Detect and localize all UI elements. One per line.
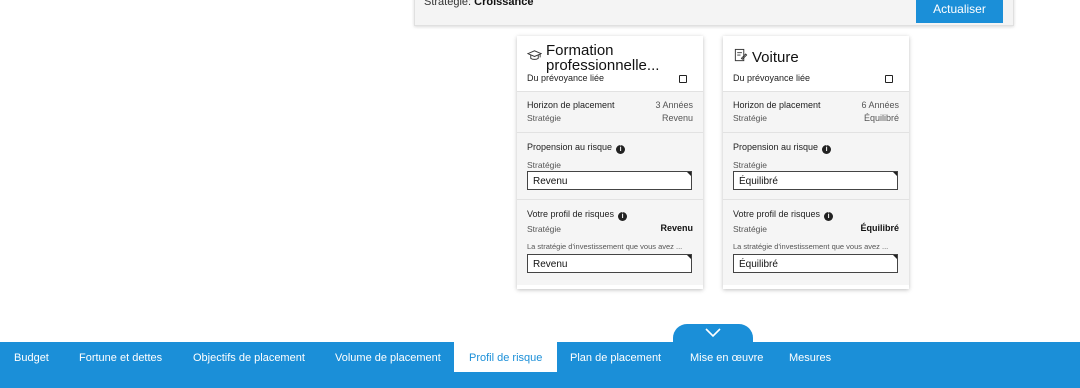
horizon-value: 6 Années bbox=[861, 100, 899, 110]
profile-sub: Stratégie bbox=[733, 224, 768, 234]
profile-label: Votre profil de risques i bbox=[733, 209, 834, 221]
graduation-cap-icon bbox=[527, 50, 542, 60]
strategy-label: Stratégie bbox=[527, 113, 562, 123]
propensity-label: Propension au risque i bbox=[527, 142, 626, 154]
nav-item-profil-risque[interactable]: Profil de risque bbox=[454, 342, 558, 372]
card-title: Formation professionnelle... bbox=[546, 43, 696, 73]
strategy-summary-label: Stratégie: bbox=[424, 0, 472, 8]
linked-label: Du prévoyance liée bbox=[527, 73, 605, 83]
card-title-line1: Voiture bbox=[752, 49, 799, 66]
profile-strategy-field[interactable]: Équilibré bbox=[733, 254, 898, 273]
info-icon[interactable]: i bbox=[824, 212, 834, 221]
profile-note: La stratégie d'investissement que vous a… bbox=[527, 242, 683, 251]
linked-checkbox[interactable] bbox=[885, 75, 893, 83]
propensity-sub: Stratégie bbox=[527, 160, 562, 170]
propensity-strategy-field[interactable]: Revenu bbox=[527, 171, 692, 190]
card-title-line2: professionnelle... bbox=[546, 57, 660, 74]
nav-item-objectifs[interactable]: Objectifs de placement bbox=[179, 342, 319, 372]
update-button[interactable]: Actualiser bbox=[916, 0, 1003, 23]
chevron-down-icon bbox=[705, 328, 721, 338]
nav-item-fortune[interactable]: Fortune et dettes bbox=[66, 342, 175, 372]
info-icon[interactable]: i bbox=[616, 145, 626, 154]
propensity-section: Propension au risque i Stratégie Revenu bbox=[517, 132, 703, 199]
strategy-value: Revenu bbox=[661, 113, 693, 123]
goal-card-formation: Formation professionnelle... Du prévoyan… bbox=[517, 36, 703, 289]
strategy-summary-value: Croissance bbox=[474, 0, 534, 8]
risk-profile-section: Votre profil de risques i Stratégie Équil… bbox=[723, 199, 909, 285]
bottom-nav: Budget Fortune et dettes Objectifs de pl… bbox=[0, 342, 1080, 388]
horizon-label: Horizon de placement bbox=[527, 100, 615, 110]
profile-label: Votre profil de risques i bbox=[527, 209, 628, 221]
horizon-section: Horizon de placement 3 Années Stratégie … bbox=[517, 91, 703, 132]
horizon-section: Horizon de placement 6 Années Stratégie … bbox=[723, 91, 909, 132]
strategy-label: Stratégie bbox=[733, 113, 768, 123]
profile-note: La stratégie d'investissement que vous a… bbox=[733, 242, 889, 251]
goal-card-voiture: Voiture Du prévoyance liée Horizon de pl… bbox=[723, 36, 909, 289]
profile-strategy-field[interactable]: Revenu bbox=[527, 254, 692, 273]
card-title: Voiture bbox=[752, 50, 902, 65]
strategy-value: Équilibré bbox=[863, 113, 899, 123]
propensity-label-text: Propension au risque bbox=[733, 142, 819, 152]
propensity-section: Propension au risque i Stratégie Équilibr… bbox=[723, 132, 909, 199]
propensity-sub: Stratégie bbox=[733, 160, 768, 170]
strategy-summary: Stratégie: Croissance bbox=[424, 0, 533, 8]
strategy-summary-panel: Stratégie: Croissance Actualiser bbox=[414, 0, 1014, 26]
profile-value: Revenu bbox=[660, 223, 693, 233]
nav-item-budget[interactable]: Budget bbox=[0, 342, 63, 372]
horizon-value: 3 Années bbox=[655, 100, 693, 110]
horizon-label: Horizon de placement bbox=[733, 100, 821, 110]
card-header: Formation professionnelle... Du prévoyan… bbox=[517, 36, 703, 91]
profile-value: Équilibré bbox=[860, 223, 899, 233]
nav-item-volume[interactable]: Volume de placement bbox=[320, 342, 456, 372]
card-header: Voiture Du prévoyance liée bbox=[723, 36, 909, 91]
profile-label-text: Votre profil de risques bbox=[733, 209, 821, 219]
profile-label-text: Votre profil de risques bbox=[527, 209, 615, 219]
info-icon[interactable]: i bbox=[618, 212, 628, 221]
info-icon[interactable]: i bbox=[822, 145, 832, 154]
propensity-label-text: Propension au risque bbox=[527, 142, 613, 152]
car-document-icon bbox=[734, 48, 748, 62]
linked-label: Du prévoyance liée bbox=[733, 73, 811, 83]
risk-profile-section: Votre profil de risques i Stratégie Reven… bbox=[517, 199, 703, 285]
card-title-line1: Formation bbox=[546, 42, 614, 59]
propensity-strategy-field[interactable]: Équilibré bbox=[733, 171, 898, 190]
nav-item-mesures[interactable]: Mesures bbox=[775, 342, 845, 372]
propensity-label: Propension au risque i bbox=[733, 142, 832, 154]
profile-sub: Stratégie bbox=[527, 224, 562, 234]
nav-item-plan[interactable]: Plan de placement bbox=[556, 342, 675, 372]
nav-item-mise-en-oeuvre[interactable]: Mise en œuvre bbox=[676, 342, 777, 372]
linked-checkbox[interactable] bbox=[679, 75, 687, 83]
